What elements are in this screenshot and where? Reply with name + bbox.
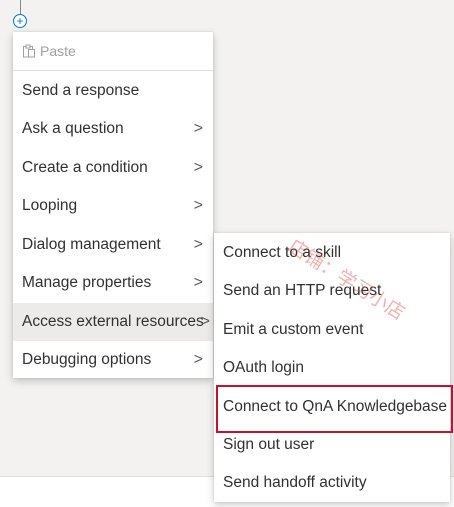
chevron-right-icon: >: [193, 120, 203, 137]
menu-item-label: Connect to QnA Knowledgebase: [223, 398, 448, 415]
menu-item-access-external-resources[interactable]: Access external resources >: [13, 303, 213, 341]
submenu-item-connect-qna-knowledgebase[interactable]: Connect to QnA Knowledgebase: [214, 388, 450, 426]
menu-item-label: Create a condition: [22, 159, 148, 176]
menu-item-label: Dialog management: [22, 236, 161, 253]
chevron-right-icon: >: [193, 236, 203, 253]
external-resources-submenu: Connect to a skill Send an HTTP request …: [214, 233, 450, 502]
submenu-item-send-http-request[interactable]: Send an HTTP request: [214, 272, 450, 310]
submenu-item-connect-skill[interactable]: Connect to a skill: [214, 234, 450, 272]
menu-item-label: Send handoff activity: [223, 474, 367, 491]
menu-item-debugging-options[interactable]: Debugging options >: [13, 341, 213, 379]
menu-item-manage-properties[interactable]: Manage properties >: [13, 264, 213, 302]
menu-item-label: Paste: [40, 43, 76, 59]
add-action-menu: Paste Send a response Ask a question > C…: [13, 32, 213, 378]
submenu-item-oauth-login[interactable]: OAuth login: [214, 349, 450, 387]
menu-item-label: Ask a question: [22, 120, 124, 137]
menu-item-label: Connect to a skill: [223, 244, 342, 261]
chevron-right-icon: >: [200, 313, 210, 330]
chevron-right-icon: >: [193, 274, 203, 291]
menu-item-label: OAuth login: [223, 359, 304, 376]
submenu-item-send-handoff-activity[interactable]: Send handoff activity: [214, 464, 450, 502]
menu-item-label: Looping: [22, 197, 78, 214]
menu-item-dialog-management[interactable]: Dialog management >: [13, 226, 213, 264]
add-circle-icon: +: [16, 14, 24, 28]
menu-item-label: Debugging options: [22, 351, 152, 368]
menu-item-label: Send an HTTP request: [223, 282, 382, 299]
chevron-right-icon: >: [193, 159, 203, 176]
menu-divider: [13, 70, 213, 71]
add-action-button[interactable]: +: [13, 14, 27, 28]
menu-item-label: Send a response: [22, 82, 140, 99]
chevron-right-icon: >: [193, 197, 203, 214]
menu-item-looping[interactable]: Looping >: [13, 187, 213, 225]
menu-item-label: Manage properties: [22, 274, 152, 291]
menu-item-label: Sign out user: [223, 436, 315, 453]
paste-icon: [23, 44, 35, 58]
submenu-item-sign-out-user[interactable]: Sign out user: [214, 426, 450, 464]
menu-item-label: Access external resources: [22, 313, 204, 330]
flow-connector-line: [20, 0, 21, 14]
menu-item-label: Emit a custom event: [223, 321, 364, 338]
menu-item-ask-question[interactable]: Ask a question >: [13, 110, 213, 148]
menu-item-paste: Paste: [13, 32, 213, 70]
menu-item-send-response[interactable]: Send a response: [13, 72, 213, 110]
menu-item-create-condition[interactable]: Create a condition >: [13, 149, 213, 187]
chevron-right-icon: >: [193, 351, 203, 368]
submenu-item-emit-custom-event[interactable]: Emit a custom event: [214, 311, 450, 349]
